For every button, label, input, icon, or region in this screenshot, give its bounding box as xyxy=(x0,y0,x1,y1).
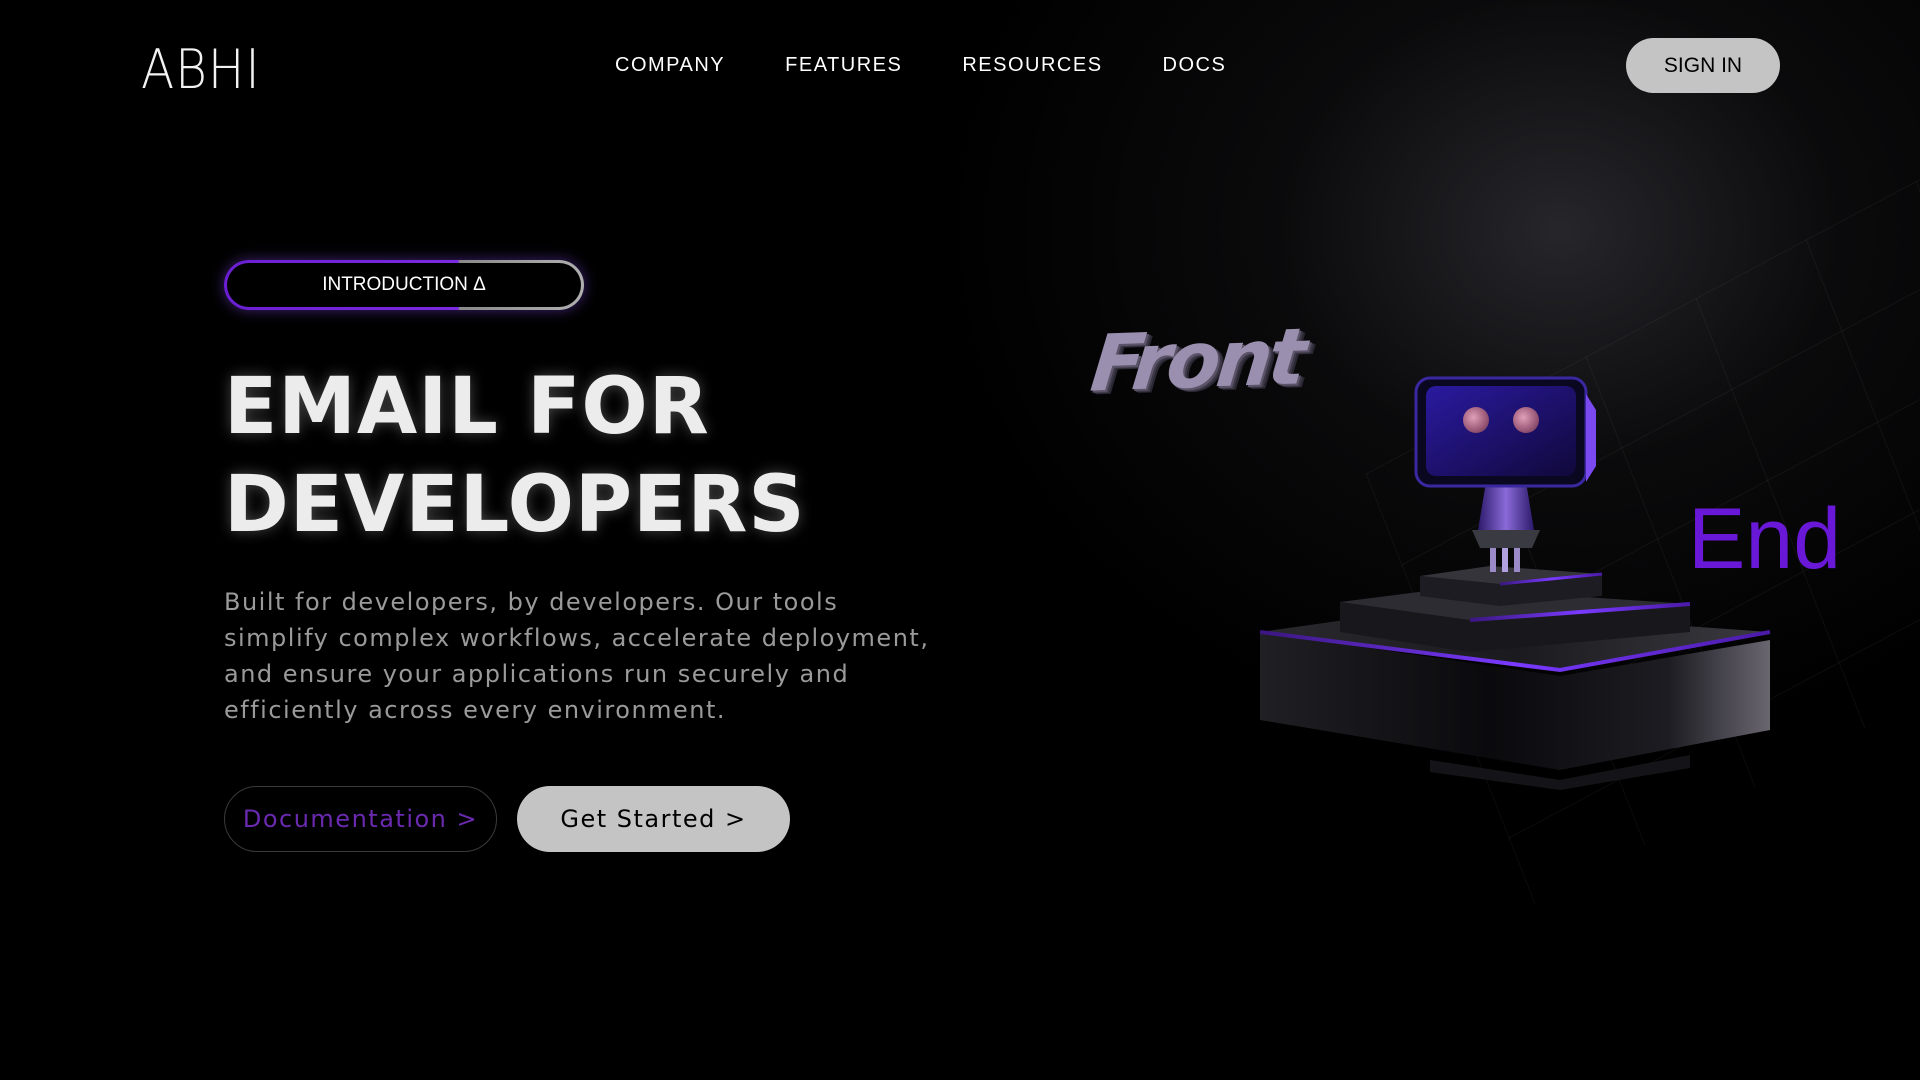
hero-description: Built for developers, by developers. Our… xyxy=(224,588,930,724)
robot-head xyxy=(1414,376,1596,488)
logo[interactable]: ABHI xyxy=(141,38,261,101)
introduction-badge[interactable]: INTRODUCTION Δ xyxy=(224,260,584,310)
robot-neck xyxy=(1472,482,1540,572)
nav-resources[interactable]: RESOURCES xyxy=(962,54,1102,77)
main-nav: COMPANY FEATURES RESOURCES DOCS xyxy=(615,54,1286,77)
hero-title-line-1: EMAIL FOR xyxy=(224,362,710,452)
sign-in-button[interactable]: SIGN IN xyxy=(1626,38,1780,93)
landing-page: ABHI COMPANY FEATURES RESOURCES DOCS SIG… xyxy=(0,0,1920,1080)
hero-title: EMAIL FOR DEVELOPERS xyxy=(224,358,984,554)
nav-docs[interactable]: DOCS xyxy=(1163,54,1227,77)
robot-left-eye xyxy=(1463,407,1489,433)
hero-title-line-2: DEVELOPERS xyxy=(224,460,806,550)
nav-company[interactable]: COMPANY xyxy=(615,54,725,77)
get-started-button[interactable]: Get Started > xyxy=(517,786,790,852)
robot-illustration xyxy=(1259,376,1771,790)
nav-features[interactable]: FEATURES xyxy=(785,54,902,77)
documentation-button[interactable]: Documentation > xyxy=(224,786,497,852)
robot-right-eye xyxy=(1513,407,1539,433)
